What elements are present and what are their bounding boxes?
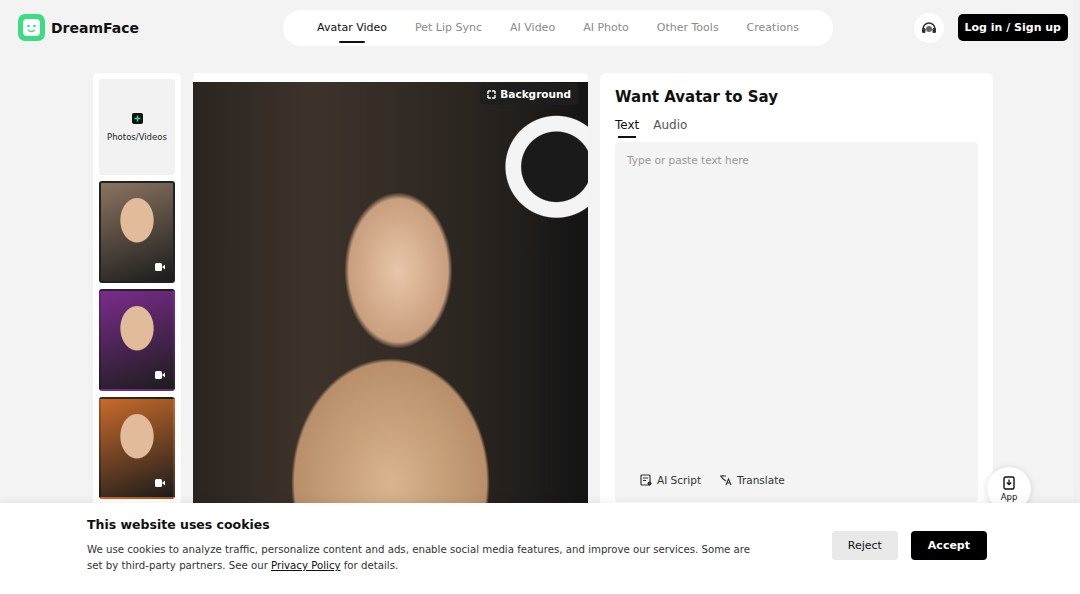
background-label: Background: [500, 88, 571, 100]
tool-button[interactable]: AI Script: [640, 474, 701, 486]
cookie-body: We use cookies to analyze traffic, perso…: [87, 542, 757, 574]
nav-item[interactable]: Avatar Video: [303, 10, 401, 46]
script-placeholder: Type or paste text here: [627, 154, 966, 166]
tool-label: AI Script: [657, 474, 701, 486]
support-button[interactable]: [914, 13, 944, 43]
logo-text: DreamFace: [51, 20, 139, 36]
nav-item[interactable]: AI Photo: [569, 10, 643, 46]
nav-item[interactable]: AI Video: [496, 10, 569, 46]
avatar-thumbnail[interactable]: [99, 181, 175, 283]
media-column: Photos/Videos: [93, 73, 181, 505]
expand-icon: [487, 90, 496, 99]
input-tab[interactable]: Text: [615, 118, 639, 138]
script-icon: [640, 474, 652, 486]
script-panel: Want Avatar to Say Text Audio Type or paste…: [600, 73, 993, 543]
avatar-thumbnail[interactable]: [99, 289, 175, 391]
preview-card: Background: [193, 73, 588, 553]
login-button[interactable]: Log in / Sign up: [958, 14, 1068, 41]
headset-icon: [920, 19, 938, 37]
nav-item[interactable]: Pet Lip Sync: [401, 10, 496, 46]
upload-tile[interactable]: Photos/Videos: [99, 79, 175, 175]
avatar-thumbnail[interactable]: [99, 397, 175, 499]
nav-bar: Avatar VideoPet Lip SyncAI VideoAI Photo…: [283, 10, 833, 46]
video-icon: [155, 479, 165, 487]
main-area: Photos/Videos Background Want Avatar to Sa…: [0, 55, 1080, 553]
tool-button[interactable]: Translate: [719, 474, 785, 486]
app-label: App: [1001, 492, 1018, 502]
tool-row: AI Script Translate: [627, 474, 966, 502]
cookie-message: We use cookies to analyze traffic, perso…: [87, 544, 750, 571]
background-button[interactable]: Background: [480, 83, 578, 105]
header: DreamFace Avatar VideoPet Lip SyncAI Vide…: [0, 0, 1080, 55]
nav-item[interactable]: Other Tools: [643, 10, 733, 46]
avatar-preview: Background: [193, 82, 588, 553]
privacy-link[interactable]: Privacy Policy: [271, 560, 340, 571]
cookie-buttons: Reject Accept: [832, 531, 987, 560]
video-icon: [155, 371, 165, 379]
script-input[interactable]: Type or paste text here AI Script Translat…: [615, 142, 978, 502]
input-tab[interactable]: Audio: [653, 118, 687, 138]
cookie-text: This website uses cookies We use cookies …: [87, 517, 812, 574]
upload-label: Photos/Videos: [107, 132, 167, 142]
header-actions: Log in / Sign up: [914, 13, 1068, 43]
phone-download-icon: [1003, 476, 1015, 490]
video-icon: [155, 263, 165, 271]
reject-button[interactable]: Reject: [832, 531, 898, 560]
tool-label: Translate: [737, 474, 785, 486]
input-tabs: Text Audio: [615, 118, 978, 138]
cookie-banner: This website uses cookies We use cookies …: [0, 503, 1080, 594]
translate-icon: [719, 474, 732, 486]
logo-icon: [18, 14, 45, 41]
panel-title: Want Avatar to Say: [615, 88, 978, 106]
cookie-tail: for details.: [341, 560, 399, 571]
accept-button[interactable]: Accept: [911, 531, 987, 560]
plus-icon: [132, 113, 143, 124]
logo[interactable]: DreamFace: [18, 14, 283, 41]
nav-item[interactable]: Creations: [733, 10, 813, 46]
cookie-title: This website uses cookies: [87, 517, 812, 532]
